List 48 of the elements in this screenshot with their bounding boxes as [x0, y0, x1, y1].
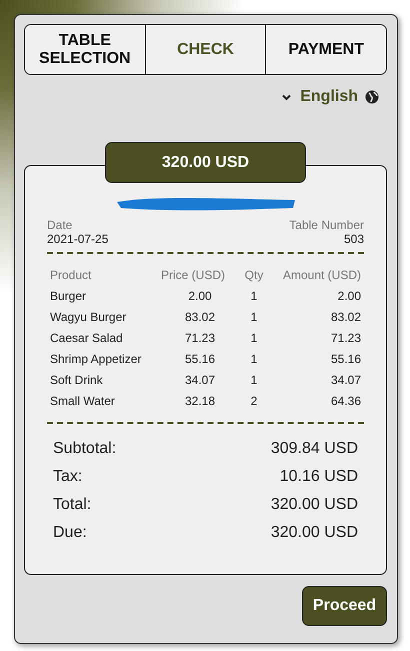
table-cell-text: Caesar Salad: [50, 331, 124, 345]
date-label: Date: [47, 218, 72, 232]
column-header: Amount (USD): [282, 268, 361, 282]
column-header: Price (USD): [161, 268, 226, 282]
table-cell-text: 1: [250, 352, 258, 366]
date-value: 2021-07-25: [47, 232, 108, 246]
summary-value: 10.16 USD: [280, 468, 358, 486]
chevron-down-icon: [282, 94, 292, 100]
table-cell-text: 1: [250, 310, 258, 324]
table-cell-text: 64.36: [330, 394, 361, 408]
table-cell-text: 32.18: [184, 394, 216, 408]
table-cell-text: Shrimp Appetizer: [50, 352, 142, 366]
table-cell-text: 55.16: [330, 352, 361, 366]
table-cell-text: Wagyu Burger: [50, 310, 128, 324]
tab[interactable]: PAYMENT: [265, 25, 386, 74]
summary-value: 320.00 USD: [270, 524, 358, 542]
table-cell-text: 34.07: [184, 373, 216, 387]
summary-label: Tax:: [53, 468, 82, 486]
table-cell-text: 71.23: [184, 331, 216, 345]
table-cell-text: 1: [250, 331, 258, 345]
proceed-button[interactable]: Proceed: [302, 586, 387, 626]
summary-label: Subtotal:: [53, 440, 116, 458]
summary-value: 320.00 USD: [270, 496, 358, 514]
summary-value: 309.84 USD: [270, 440, 358, 458]
table-cell-text: 71.23: [330, 331, 361, 345]
table-cell-text: Soft Drink: [50, 373, 104, 387]
summary-label: Due:: [53, 524, 87, 542]
table-number-label: Table Number: [289, 218, 364, 232]
tab[interactable]: CHECK: [144, 25, 266, 74]
table-cell-text: 1: [250, 373, 258, 387]
table-number-value: 503: [344, 232, 364, 246]
tab[interactable]: TABLE SELECTION: [25, 25, 145, 74]
table-cell-text: 83.02: [184, 310, 216, 324]
table-cell-text: 2: [250, 394, 258, 408]
column-header: Qty: [244, 268, 264, 282]
table-cell-text: Small Water: [50, 394, 116, 408]
language-selector[interactable]: English: [282, 88, 358, 106]
table-cell-text: Burger: [50, 289, 88, 303]
table-cell-text: 55.16: [184, 352, 216, 366]
table-cell-text: 1: [250, 289, 258, 303]
globe-icon: [365, 90, 379, 104]
table-cell-text: 83.02: [330, 310, 361, 324]
total-badge: 320.00 USD: [105, 142, 306, 183]
column-header: Product: [50, 268, 92, 282]
table-cell-text: 2.00: [187, 289, 213, 303]
table-cell-text: 34.07: [330, 373, 361, 387]
summary-label: Total:: [53, 496, 92, 514]
table-cell-text: 2.00: [336, 289, 361, 303]
